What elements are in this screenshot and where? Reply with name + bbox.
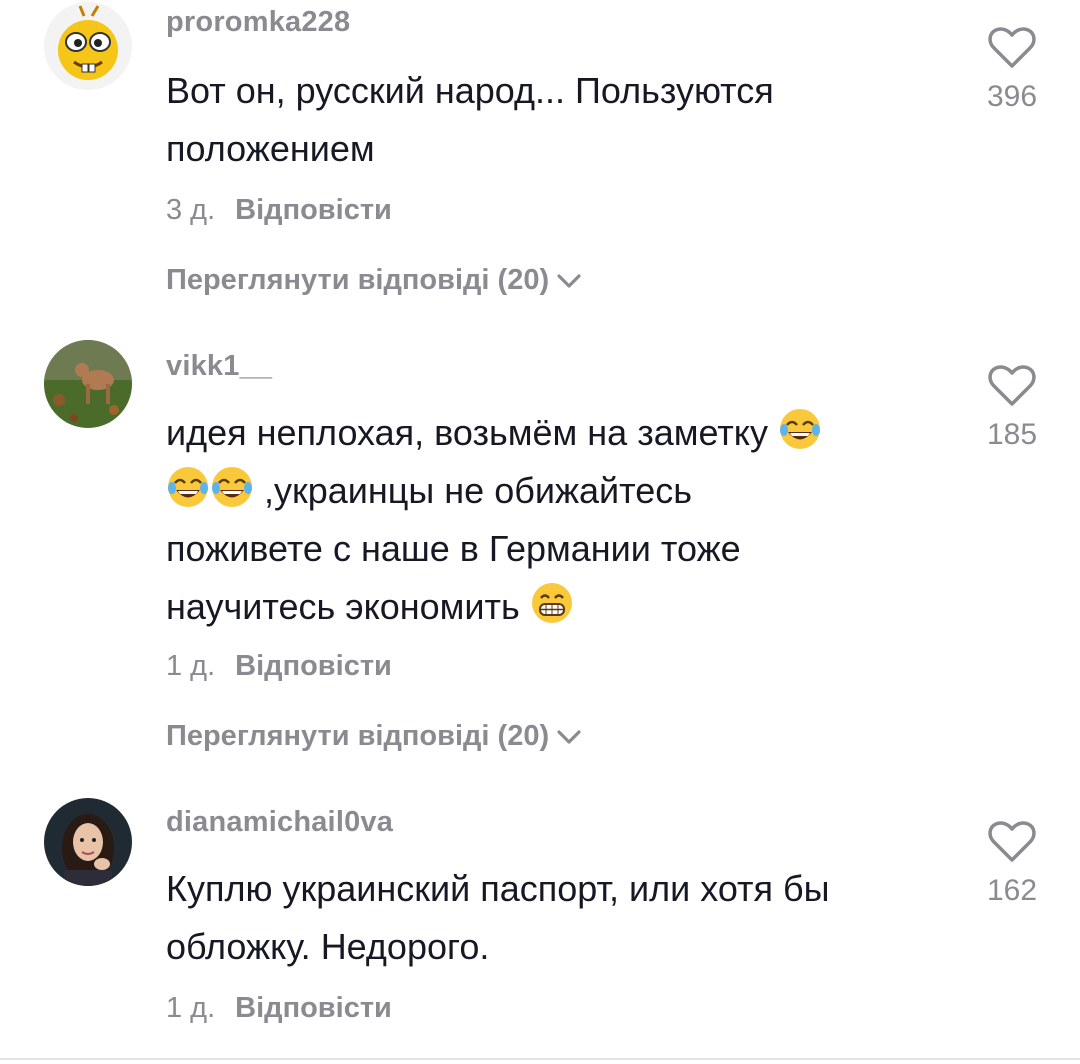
like-button[interactable]: 185 [970,364,1054,452]
comment-time: 1 д. [166,650,216,682]
comment-meta: 1 д. Відповісти [166,650,392,683]
chevron-down-icon [557,729,581,744]
divider [0,1058,1080,1060]
face-with-tears-of-joy-icon [210,465,254,509]
heart-outline-icon [988,365,1036,406]
comment-text: Куплю украинский паспорт, или хотя бы об… [166,868,830,967]
reply-button[interactable]: Відповісти [235,650,392,682]
face-with-tears-of-joy-icon [166,465,210,509]
comment-meta: 1 д. Відповісти [166,992,392,1025]
heart-outline-icon [988,27,1036,68]
view-replies-button[interactable]: Переглянути відповіді (20) [166,720,583,753]
face-with-tears-of-joy-icon [778,407,822,451]
comment-time: 3 д. [166,194,216,226]
comment-username[interactable]: dianamichail0va [166,806,393,839]
reply-button[interactable]: Відповісти [235,992,392,1024]
like-count: 185 [986,418,1038,451]
reply-button[interactable]: Відповісти [235,194,392,226]
avatar[interactable] [44,340,132,428]
like-count: 162 [986,874,1038,907]
heart-outline-icon [988,821,1036,862]
comment-text: Вот он, русский народ... Пользуются поло… [166,70,774,169]
comment-meta: 3 д. Відповісти [166,194,392,227]
chevron-down-icon [557,273,581,288]
comment-username[interactable]: vikk1__ [166,350,272,383]
view-replies-button[interactable]: Переглянути відповіді (20) [166,264,583,297]
like-count: 396 [986,80,1038,113]
grinning-face-icon [530,581,574,625]
comment-time: 1 д. [166,992,216,1024]
avatar[interactable] [44,2,132,90]
like-button[interactable]: 396 [970,26,1054,114]
like-button[interactable]: 162 [970,820,1054,908]
comment-text: идея неплохая, возьмём на заметку ,украи… [166,404,926,636]
comment-username[interactable]: proromka228 [166,6,350,39]
avatar[interactable] [44,798,132,886]
